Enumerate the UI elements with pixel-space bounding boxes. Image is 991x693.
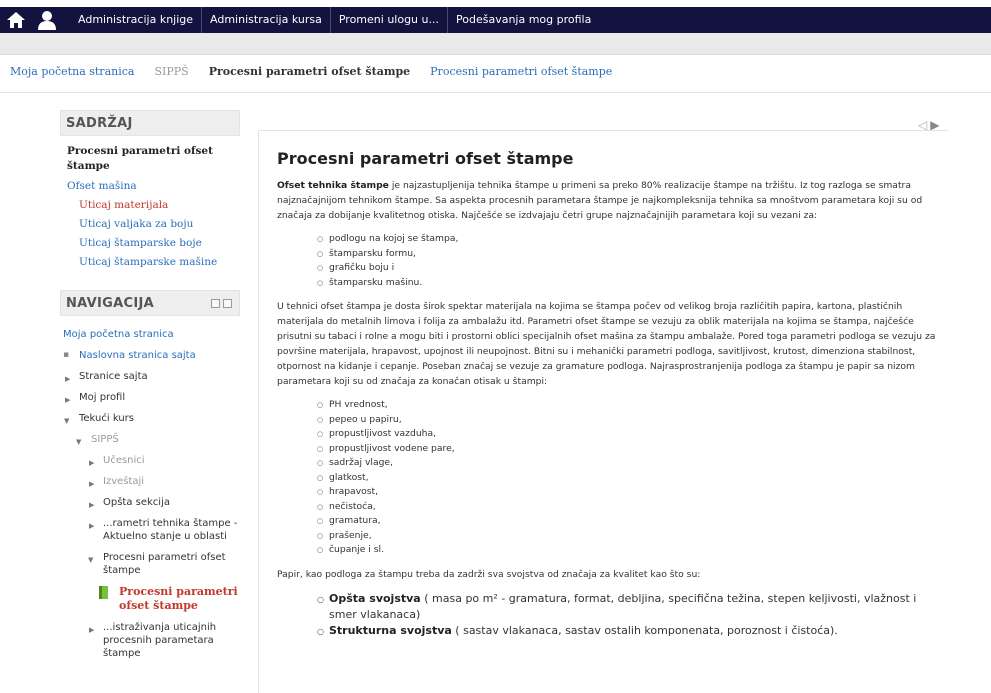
nav-current-course[interactable]: Tekući kurs [71, 413, 134, 424]
toc-block-header: SADRŽAJ [60, 110, 240, 136]
list-item: podlogu na kojoj se štampa, [317, 232, 942, 247]
nav-site-pages[interactable]: Stranice sajta [71, 371, 148, 382]
nav-home[interactable]: Moja početna stranica [63, 329, 174, 340]
nav-section-3[interactable]: ...istraživanja uticajnih procesnih para… [95, 621, 243, 660]
collapse-arrow-icon[interactable]: ▼ [76, 436, 81, 449]
nav-title: NAVIGACIJA [66, 296, 154, 311]
nav-general-section[interactable]: Opšta sekcija [95, 497, 170, 508]
expand-arrow-icon[interactable]: ▶ [89, 520, 94, 533]
property-desc: ( sastav vlakanaca, sastav ostalih kompo… [451, 623, 838, 637]
sidebar: SADRŽAJ Procesni parametri ofset štampe … [60, 110, 240, 668]
block-controls [211, 299, 233, 309]
collapse-arrow-icon[interactable]: ▼ [64, 415, 69, 428]
list-item: čupanje i sl. [317, 543, 942, 558]
intro-paragraph: Ofset tehnika štampe je najzastupljenija… [277, 178, 942, 223]
expand-arrow-icon[interactable]: ▶ [65, 394, 70, 407]
list-item: grafičku boju i [317, 261, 942, 276]
parameter-groups-list: podlogu na kojoj se štampa, štamparsku f… [317, 232, 942, 290]
navigation-tree: Moja početna stranica ▪ Naslovna stranica… [60, 316, 240, 660]
menu-profile-settings[interactable]: Podešavanja mog profila [447, 7, 599, 33]
list-item: prašenje, [317, 529, 942, 544]
breadcrumb-course[interactable]: SIPPŠ [154, 65, 188, 78]
toc-chapter-title: Procesni parametri ofset štampe [67, 145, 213, 172]
divider [0, 92, 991, 93]
property-name: Strukturna svojstva [329, 623, 452, 637]
list-item: pepeo u papiru, [317, 413, 942, 428]
list-item: štamparsku mašinu. [317, 276, 942, 291]
home-icon[interactable] [6, 11, 26, 29]
toc-item[interactable]: Uticaj štamparske boje [79, 237, 240, 249]
nav-course[interactable]: SIPPŠ [83, 434, 119, 445]
nav-reports[interactable]: Izveštaji [95, 476, 144, 487]
list-item: gramatura, [317, 514, 942, 529]
expand-arrow-icon[interactable]: ▶ [65, 373, 70, 386]
top-navbar: Administracija knjige Administracija kur… [0, 7, 991, 33]
top-menu: Administracija knjige Administracija kur… [70, 7, 599, 33]
toc-item-active: Uticaj materijala [79, 199, 169, 211]
dock-icon[interactable] [211, 299, 220, 308]
list-item: Opšta svojstva ( masa po m² - gramatura,… [317, 591, 942, 623]
nav-block-header: NAVIGACIJA [60, 290, 240, 316]
intro-bold: Ofset tehnika štampe [277, 180, 389, 191]
list-item: nečistoća, [317, 500, 942, 515]
toc-item[interactable]: Uticaj štamparske mašine [79, 256, 240, 268]
toc-item[interactable]: Ofset mašina [67, 180, 240, 192]
expand-arrow-icon[interactable]: ▶ [89, 457, 94, 470]
nav-section-1[interactable]: ...rametri tehnika štampe - Aktuelno sta… [95, 517, 243, 543]
header-band [0, 33, 991, 55]
list-item: štamparsku formu, [317, 247, 942, 262]
breadcrumb-section: Procesni parametri ofset štampe [208, 64, 411, 78]
paper-parameters-list: PH vrednost, pepeo u papiru, propustljiv… [317, 398, 942, 558]
user-icon[interactable] [38, 10, 56, 30]
list-item: PH vrednost, [317, 398, 942, 413]
book-icon [99, 586, 108, 599]
nav-participants[interactable]: Učesnici [95, 455, 145, 466]
toc-title: SADRŽAJ [66, 116, 133, 131]
property-name: Opšta svojstva [329, 591, 421, 605]
toc-item[interactable]: Uticaj valjaka za boju [79, 218, 240, 230]
list-item: glatkost, [317, 471, 942, 486]
breadcrumb-home[interactable]: Moja početna stranica [10, 65, 134, 78]
collapse-arrow-icon[interactable]: ▼ [88, 554, 93, 567]
list-item: sadržaj vlage, [317, 456, 942, 471]
nav-section-2[interactable]: Procesni parametri ofset štampe [95, 551, 243, 577]
nav-current-page: Procesni parametri ofset štampe [119, 585, 238, 612]
breadcrumb-book[interactable]: Procesni parametri ofset štampe [430, 65, 612, 78]
materials-paragraph: U tehnici ofset štampa je dosta širok sp… [277, 301, 936, 387]
nav-site-home[interactable]: Naslovna stranica sajta [71, 350, 196, 361]
menu-course-admin[interactable]: Administracija kursa [201, 7, 330, 33]
list-item: propustljivost vazduha, [317, 427, 942, 442]
paper-properties-list: Opšta svojstva ( masa po m² - gramatura,… [317, 591, 942, 640]
menu-book-admin[interactable]: Administracija knjige [70, 7, 201, 33]
expand-arrow-icon[interactable]: ▶ [89, 499, 94, 512]
list-item: Strukturna svojstva ( sastav vlakanaca, … [317, 623, 942, 640]
expand-arrow-icon[interactable]: ▶ [89, 624, 94, 637]
list-item: propustljivost vodene pare, [317, 442, 942, 457]
breadcrumb: Moja početna stranica SIPPŠ Procesni par… [10, 63, 632, 79]
bullet-icon: ▪ [63, 350, 70, 360]
main-content: Procesni parametri ofset štampe Ofset te… [258, 130, 948, 693]
nav-profile[interactable]: Moj profil [71, 392, 125, 403]
list-item: hrapavost, [317, 485, 942, 500]
menu-switch-role[interactable]: Promeni ulogu u... [329, 7, 447, 33]
page-title: Procesni parametri ofset štampe [277, 149, 574, 168]
collapse-icon[interactable] [223, 299, 232, 308]
expand-arrow-icon[interactable]: ▶ [89, 478, 94, 491]
toc-list: Procesni parametri ofset štampe Ofset ma… [60, 136, 240, 268]
paper-properties-intro: Papir, kao podloga za štampu treba da za… [277, 568, 701, 580]
